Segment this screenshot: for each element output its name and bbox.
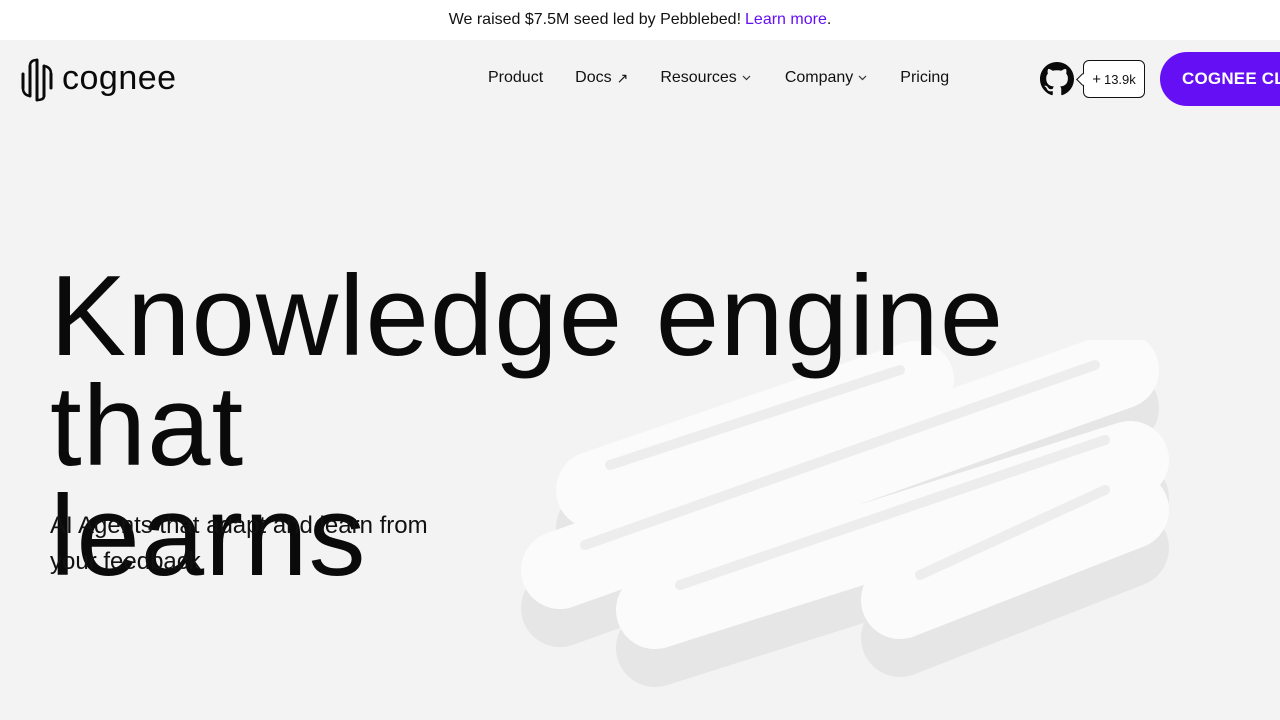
announcement-suffix: . bbox=[826, 11, 832, 28]
nav-pricing[interactable]: Pricing bbox=[900, 69, 949, 87]
nav-product[interactable]: Product bbox=[488, 69, 543, 87]
nav-pricing-label: Pricing bbox=[900, 69, 950, 86]
cognee-cloud-button[interactable]: COGNEE CL bbox=[1160, 52, 1280, 106]
logo-wordmark: cognee bbox=[62, 59, 177, 97]
nav-docs[interactable]: Docs ↗ bbox=[575, 69, 628, 87]
nav-product-label: Product bbox=[488, 69, 544, 86]
announcement-bar: We raised $7.5M seed led by Pebblebed! L… bbox=[0, 0, 1280, 40]
nav-company-label: Company bbox=[784, 69, 854, 86]
nav-docs-label: Docs bbox=[575, 69, 612, 86]
chevron-down-icon bbox=[858, 75, 867, 81]
announcement-text: We raised $7.5M seed led by Pebblebed! bbox=[448, 11, 742, 28]
nav-resources[interactable]: Resources bbox=[660, 69, 751, 87]
main-menu: Product Docs ↗ Resources Company Pricing bbox=[488, 69, 949, 87]
nav-resources-label: Resources bbox=[660, 69, 737, 86]
top-navigation: cognee Product Docs ↗ Resources Company … bbox=[0, 40, 1280, 120]
github-stars-badge[interactable]: + 13.9k bbox=[1083, 60, 1145, 98]
logo-icon bbox=[21, 58, 53, 102]
external-link-icon: ↗ bbox=[616, 69, 629, 86]
github-icon[interactable] bbox=[1040, 62, 1074, 96]
learn-more-link[interactable]: Learn more bbox=[745, 11, 827, 29]
github-stars-count: 13.9k bbox=[1103, 71, 1136, 87]
hero-subheading: AI Agents that adapt and learn from your… bbox=[50, 512, 428, 575]
headline-line-1: Knowledge engine that bbox=[50, 253, 1005, 490]
logo[interactable]: cognee bbox=[20, 58, 177, 102]
cta-label: COGNEE CL bbox=[1182, 69, 1280, 88]
chevron-down-icon bbox=[742, 75, 751, 81]
nav-company[interactable]: Company bbox=[785, 69, 867, 87]
plus-icon: + bbox=[1092, 70, 1101, 88]
